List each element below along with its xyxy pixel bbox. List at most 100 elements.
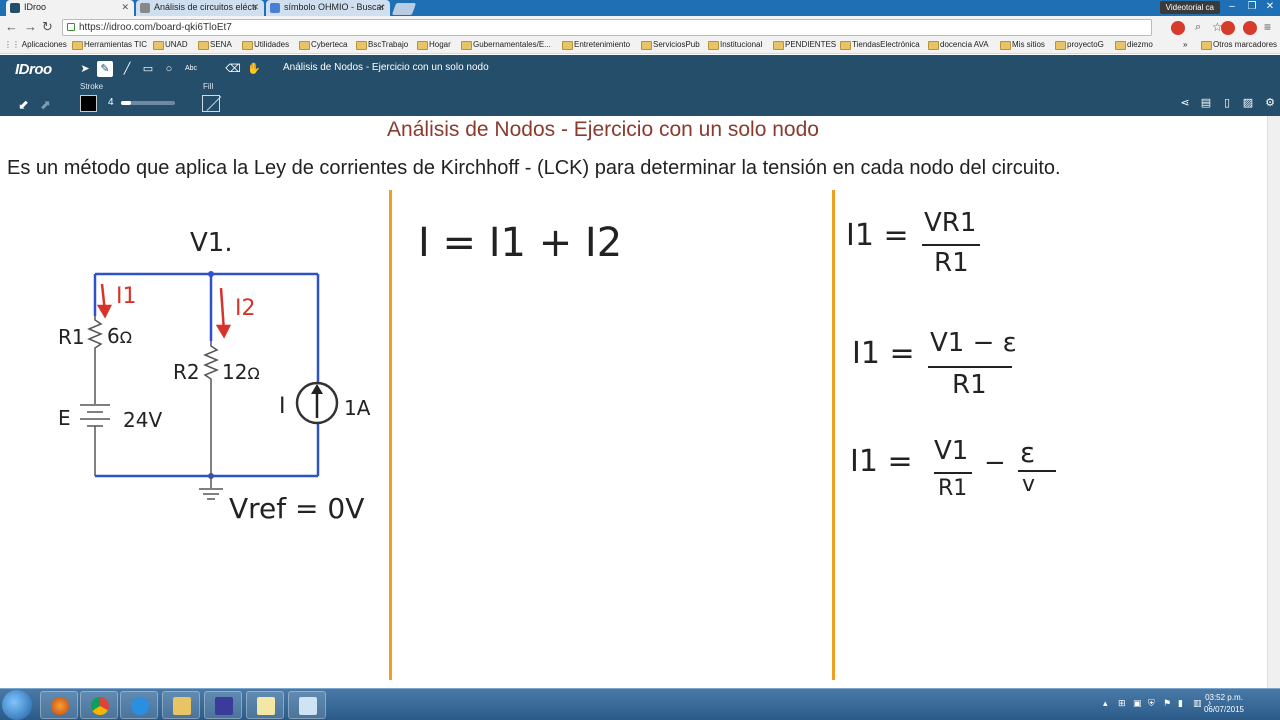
- tray-battery-icon[interactable]: ▮: [1178, 698, 1188, 708]
- windows-taskbar: ▴ ⊞ ▣ ⛨ ⚑ ▮ ▥ ♪ 03:52 p.m. 06/07/2015: [0, 688, 1280, 720]
- bookmark-folder[interactable]: Hogar: [417, 40, 451, 50]
- tab-simbolo-ohmio[interactable]: símbolo OHMIO - Buscar ✕: [266, 0, 390, 16]
- bookmark-folder[interactable]: Mis sitios: [1000, 40, 1045, 50]
- current-i2-label: I2: [235, 296, 256, 321]
- tray-flag-icon[interactable]: ⚑: [1163, 698, 1173, 708]
- other-bookmarks[interactable]: Otros marcadores: [1201, 40, 1277, 50]
- bookmark-folder[interactable]: TiendasElectrónica: [840, 40, 920, 50]
- window-user-badge: Videotorial ca: [1159, 1, 1220, 14]
- tray-windows-icon[interactable]: ⊞: [1118, 698, 1128, 708]
- r2-label: R2: [173, 360, 200, 384]
- tray-arrow-icon[interactable]: ▴: [1103, 698, 1113, 708]
- search-icon[interactable]: ⌕: [1195, 19, 1201, 35]
- idroo-toolbar: IDroo ➤ ✎ ╱ ▭ ○ Abc ⌫ ✋ Análisis de Nodo…: [0, 55, 1280, 116]
- redo-arrow-icon[interactable]: ⬈: [40, 97, 51, 113]
- stroke-label: Stroke: [80, 82, 104, 91]
- ellipse-tool-icon[interactable]: ○: [161, 61, 177, 77]
- bookmark-folder[interactable]: SENA: [198, 40, 232, 50]
- new-tab-button[interactable]: [391, 3, 417, 15]
- chat-icon[interactable]: ▤: [1199, 96, 1213, 109]
- notes-taskbar-button[interactable]: [246, 691, 284, 719]
- bookmark-folder[interactable]: Cyberteca: [299, 40, 347, 50]
- vertical-scrollbar[interactable]: [1267, 116, 1280, 688]
- page-favicon-icon: [140, 3, 150, 13]
- eraser-tool-icon[interactable]: ⌫: [225, 61, 241, 77]
- address-bar[interactable]: https://idroo.com/board-qki6TloEt7: [62, 19, 1152, 36]
- apps-bookmark[interactable]: ⋮⋮ Aplicaciones: [4, 40, 67, 49]
- undo-arrow-icon[interactable]: ⬋: [18, 97, 29, 113]
- taskbar-clock[interactable]: 03:52 p.m. 06/07/2015: [1204, 692, 1244, 716]
- menu-icon[interactable]: ≡: [1264, 19, 1271, 35]
- clock-date: 06/07/2015: [1203, 705, 1244, 714]
- tray-network-icon[interactable]: ▥: [1193, 698, 1203, 708]
- kcl-equation: I = I1 + I2: [418, 220, 623, 266]
- gear-icon[interactable]: ⚙: [1263, 96, 1277, 109]
- media-taskbar-button[interactable]: [204, 691, 242, 719]
- bookmark-folder[interactable]: BscTrabajo: [356, 40, 408, 50]
- ie-taskbar-button[interactable]: [120, 691, 158, 719]
- whiteboard-canvas[interactable]: Análisis de Nodos - Ejercicio con un sol…: [0, 116, 1267, 688]
- idroo-favicon-icon: [10, 3, 20, 13]
- bookmark-folder[interactable]: ServiciosPub: [641, 40, 700, 50]
- hand-tool-icon[interactable]: ✋: [246, 61, 262, 77]
- tray-security-icon[interactable]: ⛨: [1148, 698, 1158, 708]
- firefox-taskbar-button[interactable]: [40, 691, 78, 719]
- film-icon: [215, 697, 233, 715]
- tab-label: Análisis de circuitos eléctr: [154, 2, 258, 12]
- reload-icon[interactable]: ↻: [42, 19, 53, 35]
- source-i-value: 1A: [344, 396, 371, 420]
- window-icon: [299, 697, 317, 715]
- bookmark-folder[interactable]: UNAD: [153, 40, 188, 50]
- image-icon[interactable]: ▨: [1241, 96, 1255, 109]
- bookmark-folder[interactable]: Gubernamentales/E...: [461, 40, 551, 50]
- stroke-color-swatch[interactable]: [80, 95, 97, 112]
- close-window-icon[interactable]: ✕: [1260, 0, 1280, 14]
- stroke-width-value: 4: [108, 97, 114, 108]
- resistor-r2: [203, 341, 219, 386]
- forward-icon[interactable]: →: [24, 19, 37, 35]
- start-button-icon[interactable]: [2, 690, 32, 720]
- address-url: https://idroo.com/board-qki6TloEt7: [79, 22, 232, 33]
- source-e-value: 24V: [123, 408, 163, 432]
- chrome-taskbar-button[interactable]: [80, 691, 118, 719]
- explorer-taskbar-button[interactable]: [162, 691, 200, 719]
- close-icon[interactable]: ✕: [377, 2, 385, 13]
- bookmark-folder[interactable]: diezmo: [1115, 40, 1153, 50]
- adblock-plus-icon[interactable]: [1243, 21, 1257, 35]
- close-icon[interactable]: ✕: [121, 2, 129, 13]
- bookmark-folder[interactable]: Institucional: [708, 40, 762, 50]
- bookmark-folder[interactable]: PENDIENTES: [773, 40, 836, 50]
- back-icon[interactable]: ←: [5, 19, 18, 35]
- browser-toolbar: ← → ↻ https://idroo.com/board-qki6TloEt7…: [0, 16, 1280, 38]
- share-icon[interactable]: ⋖: [1178, 96, 1192, 109]
- minimize-icon[interactable]: –: [1222, 0, 1242, 14]
- document-icon[interactable]: ▯: [1220, 96, 1234, 109]
- extension-icon[interactable]: [1171, 21, 1185, 35]
- pen-tool-icon[interactable]: ✎: [97, 61, 113, 77]
- folder-icon: [173, 697, 191, 715]
- clock-time: 03:52 p.m.: [1205, 693, 1243, 702]
- bookmark-folder[interactable]: Utilidades: [242, 40, 289, 50]
- text-tool-icon[interactable]: Abc: [183, 61, 199, 77]
- app-taskbar-button[interactable]: [288, 691, 326, 719]
- restore-icon[interactable]: ❐: [1242, 0, 1262, 14]
- resistor-r1: [87, 316, 103, 361]
- bookmark-folder[interactable]: Herramientas TIC: [72, 40, 147, 50]
- circuit-drawing: [80, 271, 339, 500]
- pointer-tool-icon[interactable]: ➤: [77, 61, 93, 77]
- tray-app-icon[interactable]: ▣: [1133, 698, 1143, 708]
- bookmark-folder[interactable]: Entretenimiento: [562, 40, 630, 50]
- more-bookmarks[interactable]: »: [1183, 40, 1187, 49]
- source-i-label: I: [279, 394, 286, 419]
- bookmark-folder[interactable]: proyectoG: [1055, 40, 1104, 50]
- fill-color-swatch[interactable]: [202, 95, 220, 112]
- tab-label: símbolo OHMIO - Buscar: [284, 2, 385, 12]
- bookmark-folder[interactable]: docencia AVA: [928, 40, 989, 50]
- close-icon[interactable]: ✕: [251, 2, 259, 13]
- tab-idroo[interactable]: IDroo ✕: [6, 0, 134, 16]
- line-tool-icon[interactable]: ╱: [119, 61, 135, 77]
- stroke-width-slider[interactable]: [121, 101, 175, 105]
- rectangle-tool-icon[interactable]: ▭: [140, 61, 156, 77]
- adblock-icon[interactable]: [1221, 21, 1235, 35]
- tab-analisis[interactable]: Análisis de circuitos eléctr ✕: [136, 0, 264, 16]
